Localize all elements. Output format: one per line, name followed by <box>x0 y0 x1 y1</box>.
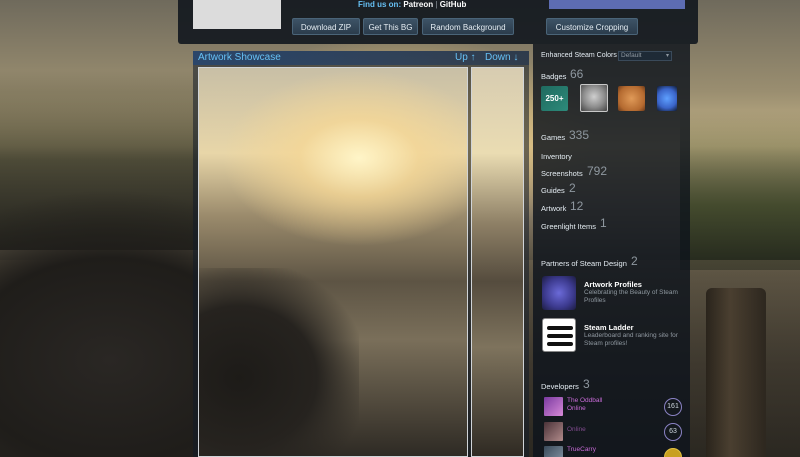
patreon-link[interactable]: Patreon <box>403 0 433 9</box>
partner-steam-ladder-desc: Leaderboard and ranking site for Steam p… <box>584 332 678 347</box>
developer-name[interactable]: The Oddball Online <box>567 397 617 413</box>
artwork-side-image[interactable] <box>471 67 524 457</box>
stat-guides-label[interactable]: Guides <box>541 186 565 195</box>
artwork-rock <box>199 268 359 456</box>
link-separator: | <box>435 0 438 9</box>
stat-inventory-label[interactable]: Inventory <box>541 152 572 161</box>
get-this-bg-button[interactable]: Get This BG <box>363 18 418 35</box>
stat-games-value: 335 <box>569 128 590 142</box>
cauldron-badge-icon[interactable] <box>580 84 608 112</box>
stat-games-label[interactable]: Games <box>541 133 565 142</box>
stat-screenshots-value: 792 <box>587 164 608 178</box>
move-down-button[interactable]: Down ↓ <box>485 52 518 63</box>
pet-badge-icon[interactable] <box>618 86 645 111</box>
developer-name-text: The Oddball <box>567 397 603 404</box>
colors-dropdown[interactable]: Default ▾ <box>618 51 672 61</box>
developer-level-badge: 161 <box>664 398 682 416</box>
crop-preview-box <box>549 0 685 9</box>
background-trees-right <box>680 110 800 270</box>
showcase-header: Artwork Showcase Up ↑ Down ↓ <box>193 51 529 65</box>
developer-name-text: TrueCarry <box>567 446 597 453</box>
enhanced-steam-colors-label: Enhanced Steam Colors <box>541 52 617 59</box>
artwork-main-image[interactable] <box>198 67 468 457</box>
developer-name[interactable]: Online <box>567 426 617 434</box>
chevron-down-icon: ▾ <box>665 53 669 59</box>
artwork-profiles-logo-icon[interactable] <box>542 276 576 310</box>
showcase-title: Artwork Showcase <box>198 52 281 63</box>
developer-status: Online <box>567 426 586 433</box>
customize-cropping-button[interactable]: Customize Cropping <box>546 18 638 35</box>
random-background-button[interactable]: Random Background <box>422 18 514 35</box>
developers-count: 3 <box>583 377 590 391</box>
steam-ladder-logo-icon[interactable] <box>542 318 576 352</box>
developer-name[interactable]: TrueCarry <box>567 446 617 454</box>
stat-artwork-label[interactable]: Artwork <box>541 204 566 213</box>
find-us-text: Find us on: Patreon | GitHub <box>358 0 466 10</box>
developer-status: Online <box>567 405 586 412</box>
developer-avatar[interactable] <box>544 446 563 457</box>
artwork-showcase: Artwork Showcase Up ↑ Down ↓ <box>193 51 529 457</box>
stat-artwork-value: 12 <box>570 199 584 213</box>
badges-label[interactable]: Badges <box>541 72 566 81</box>
find-us-label: Find us on: <box>358 0 402 9</box>
badge-250-icon[interactable]: 250+ <box>541 86 568 111</box>
background-preview-thumbnail[interactable] <box>193 0 281 29</box>
partner-artwork-profiles-name[interactable]: Artwork Profiles <box>584 280 642 289</box>
developers-label: Developers <box>541 382 579 391</box>
colors-dropdown-value: Default <box>621 52 642 59</box>
move-up-button[interactable]: Up ↑ <box>455 52 476 63</box>
partners-label: Partners of Steam Design <box>541 259 627 268</box>
download-zip-button[interactable]: Download ZIP <box>292 18 360 35</box>
stat-screenshots-label[interactable]: Screenshots <box>541 169 583 178</box>
background-wooden-post <box>706 288 766 457</box>
stat-greenlight-value: 1 <box>600 216 607 230</box>
developer-level-badge: 63 <box>664 423 682 441</box>
developer-avatar[interactable] <box>544 397 563 416</box>
stat-guides-value: 2 <box>569 181 576 195</box>
character-badge-icon[interactable] <box>657 86 677 111</box>
partner-artwork-profiles-desc: Celebrating the Beauty of Steam Profiles <box>584 289 678 304</box>
badges-count: 66 <box>570 67 584 81</box>
developer-avatar[interactable] <box>544 422 563 441</box>
stat-greenlight-label[interactable]: Greenlight Items <box>541 222 596 231</box>
github-link[interactable]: GitHub <box>440 0 467 9</box>
partner-steam-ladder-name[interactable]: Steam Ladder <box>584 323 634 332</box>
partners-count: 2 <box>631 254 638 268</box>
